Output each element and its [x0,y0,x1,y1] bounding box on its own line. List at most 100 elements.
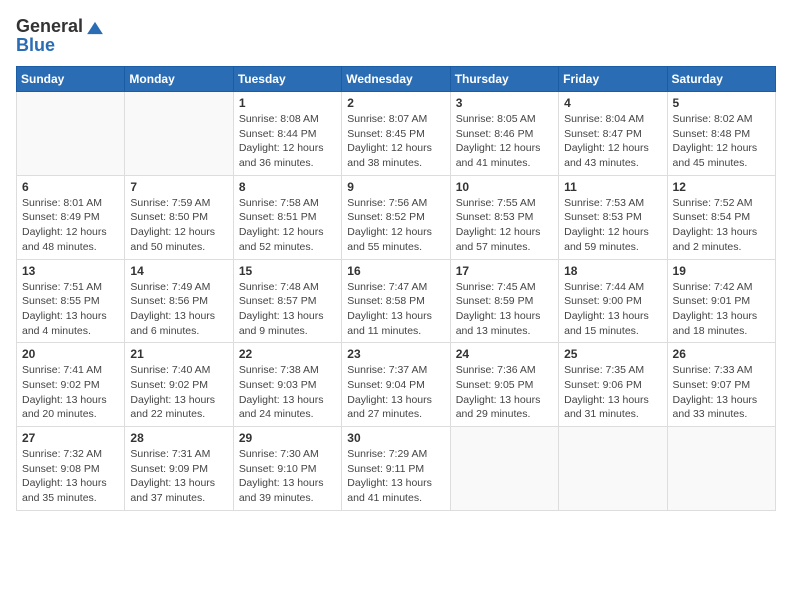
day-number: 4 [564,96,661,110]
day-number: 3 [456,96,553,110]
calendar-week-0: 1 Sunrise: 8:08 AMSunset: 8:44 PMDaylight… [17,92,776,176]
day-number: 11 [564,180,661,194]
calendar-cell: 6Sunrise: 8:01 AMSunset: 8:49 PMDaylight… [17,175,125,259]
day-number: 29 [239,431,336,445]
day-number: 7 [130,180,227,194]
day-number: 14 [130,264,227,278]
calendar-cell: 23Sunrise: 7:37 AMSunset: 9:04 PMDayligh… [342,343,450,427]
day-info: Sunrise: 8:01 AMSunset: 8:49 PMDaylight:… [22,196,119,255]
calendar-header-saturday: Saturday [667,67,775,92]
day-number: 17 [456,264,553,278]
calendar-cell: 7 Sunrise: 7:59 AMSunset: 8:50 PMDaylight… [125,175,233,259]
day-info: Sunrise: 7:33 AMSunset: 9:07 PMDaylight:… [673,363,770,422]
calendar-cell: 3Sunrise: 8:05 AMSunset: 8:46 PMDaylight… [450,92,558,176]
calendar-cell: 22 Sunrise: 7:38 AMSunset: 9:03 PMDayligh… [233,343,341,427]
logo: General Blue [16,16,104,56]
day-number: 1 [239,96,336,110]
day-number: 8 [239,180,336,194]
calendar-cell: 26Sunrise: 7:33 AMSunset: 9:07 PMDayligh… [667,343,775,427]
day-info: Sunrise: 7:42 AMSunset: 9:01 PMDaylight:… [673,280,770,339]
calendar-cell: 9 Sunrise: 7:56 AMSunset: 8:52 PMDaylight… [342,175,450,259]
calendar-header-tuesday: Tuesday [233,67,341,92]
day-number: 18 [564,264,661,278]
calendar-cell: 2 Sunrise: 8:07 AMSunset: 8:45 PMDaylight… [342,92,450,176]
day-info: Sunrise: 7:32 AMSunset: 9:08 PMDaylight:… [22,447,119,506]
calendar-cell: 15 Sunrise: 7:48 AMSunset: 8:57 PMDayligh… [233,259,341,343]
calendar-header-thursday: Thursday [450,67,558,92]
day-info: Sunrise: 7:51 AMSunset: 8:55 PMDaylight:… [22,280,119,339]
day-info: Sunrise: 7:47 AMSunset: 8:58 PMDaylight:… [347,280,444,339]
day-info: Sunrise: 7:38 AMSunset: 9:03 PMDaylight:… [239,363,336,422]
day-number: 27 [22,431,119,445]
calendar-cell: 16 Sunrise: 7:47 AMSunset: 8:58 PMDayligh… [342,259,450,343]
day-number: 25 [564,347,661,361]
day-number: 5 [673,96,770,110]
day-info: Sunrise: 8:04 AMSunset: 8:47 PMDaylight:… [564,112,661,171]
calendar-cell: 4 Sunrise: 8:04 AMSunset: 8:47 PMDaylight… [559,92,667,176]
day-info: Sunrise: 7:35 AMSunset: 9:06 PMDaylight:… [564,363,661,422]
day-info: Sunrise: 7:56 AMSunset: 8:52 PMDaylight:… [347,196,444,255]
day-info: Sunrise: 7:49 AMSunset: 8:56 PMDaylight:… [130,280,227,339]
calendar-cell [17,92,125,176]
day-info: Sunrise: 8:08 AMSunset: 8:44 PMDaylight:… [239,112,336,171]
calendar-week-3: 20 Sunrise: 7:41 AMSunset: 9:02 PMDayligh… [17,343,776,427]
day-number: 9 [347,180,444,194]
calendar-week-4: 27 Sunrise: 7:32 AMSunset: 9:08 PMDayligh… [17,427,776,511]
day-info: Sunrise: 8:02 AMSunset: 8:48 PMDaylight:… [673,112,770,171]
day-info: Sunrise: 7:55 AMSunset: 8:53 PMDaylight:… [456,196,553,255]
calendar-cell [125,92,233,176]
day-info: Sunrise: 7:30 AMSunset: 9:10 PMDaylight:… [239,447,336,506]
day-info: Sunrise: 7:52 AMSunset: 8:54 PMDaylight:… [673,196,770,255]
day-number: 2 [347,96,444,110]
day-info: Sunrise: 7:53 AMSunset: 8:53 PMDaylight:… [564,196,661,255]
calendar-header-friday: Friday [559,67,667,92]
day-number: 15 [239,264,336,278]
day-info: Sunrise: 7:59 AMSunset: 8:50 PMDaylight:… [130,196,227,255]
day-info: Sunrise: 7:29 AMSunset: 9:11 PMDaylight:… [347,447,444,506]
calendar-week-2: 13 Sunrise: 7:51 AMSunset: 8:55 PMDayligh… [17,259,776,343]
day-info: Sunrise: 8:07 AMSunset: 8:45 PMDaylight:… [347,112,444,171]
calendar-cell: 24Sunrise: 7:36 AMSunset: 9:05 PMDayligh… [450,343,558,427]
calendar-cell [450,427,558,511]
day-number: 13 [22,264,119,278]
day-info: Sunrise: 7:58 AMSunset: 8:51 PMDaylight:… [239,196,336,255]
day-number: 30 [347,431,444,445]
calendar-cell: 28 Sunrise: 7:31 AMSunset: 9:09 PMDayligh… [125,427,233,511]
calendar-header-row: SundayMondayTuesdayWednesdayThursdayFrid… [17,67,776,92]
logo-text-general: General [16,16,83,37]
day-number: 23 [347,347,444,361]
logo-icon [86,21,104,35]
calendar-cell: 18 Sunrise: 7:44 AMSunset: 9:00 PMDayligh… [559,259,667,343]
day-info: Sunrise: 7:41 AMSunset: 9:02 PMDaylight:… [22,363,119,422]
calendar-cell [667,427,775,511]
calendar-cell: 29 Sunrise: 7:30 AMSunset: 9:10 PMDayligh… [233,427,341,511]
calendar-cell: 13 Sunrise: 7:51 AMSunset: 8:55 PMDayligh… [17,259,125,343]
calendar-cell [559,427,667,511]
day-number: 16 [347,264,444,278]
day-number: 28 [130,431,227,445]
day-number: 12 [673,180,770,194]
calendar-cell: 25 Sunrise: 7:35 AMSunset: 9:06 PMDayligh… [559,343,667,427]
day-number: 24 [456,347,553,361]
day-info: Sunrise: 7:45 AMSunset: 8:59 PMDaylight:… [456,280,553,339]
calendar-cell: 10Sunrise: 7:55 AMSunset: 8:53 PMDayligh… [450,175,558,259]
day-number: 22 [239,347,336,361]
calendar-cell: 1 Sunrise: 8:08 AMSunset: 8:44 PMDaylight… [233,92,341,176]
day-number: 20 [22,347,119,361]
calendar-cell: 8 Sunrise: 7:58 AMSunset: 8:51 PMDaylight… [233,175,341,259]
calendar-cell: 27 Sunrise: 7:32 AMSunset: 9:08 PMDayligh… [17,427,125,511]
calendar-header-sunday: Sunday [17,67,125,92]
logo-text-blue: Blue [16,35,55,56]
calendar-table: SundayMondayTuesdayWednesdayThursdayFrid… [16,66,776,511]
calendar-cell: 17 Sunrise: 7:45 AMSunset: 8:59 PMDayligh… [450,259,558,343]
calendar-header-wednesday: Wednesday [342,67,450,92]
page-header: General Blue [16,16,776,56]
day-info: Sunrise: 7:44 AMSunset: 9:00 PMDaylight:… [564,280,661,339]
day-info: Sunrise: 7:31 AMSunset: 9:09 PMDaylight:… [130,447,227,506]
day-info: Sunrise: 7:48 AMSunset: 8:57 PMDaylight:… [239,280,336,339]
calendar-cell: 30 Sunrise: 7:29 AMSunset: 9:11 PMDayligh… [342,427,450,511]
calendar-cell: 21Sunrise: 7:40 AMSunset: 9:02 PMDayligh… [125,343,233,427]
calendar-cell: 14 Sunrise: 7:49 AMSunset: 8:56 PMDayligh… [125,259,233,343]
calendar-cell: 20 Sunrise: 7:41 AMSunset: 9:02 PMDayligh… [17,343,125,427]
calendar-cell: 5 Sunrise: 8:02 AMSunset: 8:48 PMDaylight… [667,92,775,176]
